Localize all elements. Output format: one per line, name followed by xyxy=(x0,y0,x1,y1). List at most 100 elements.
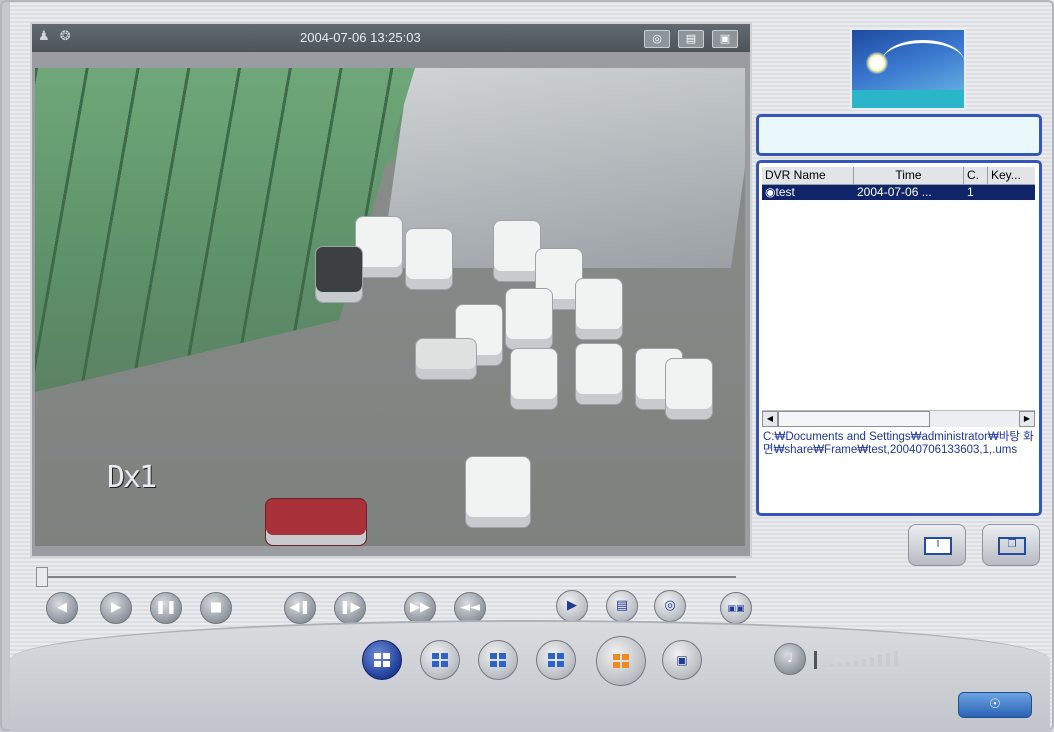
list-item-name: ◉test xyxy=(762,185,854,200)
snapshot-icon: ◎ xyxy=(664,598,676,613)
horizontal-scrollbar[interactable]: ◀ ▶ xyxy=(762,410,1035,427)
restore-button[interactable]: ❐ xyxy=(982,524,1040,566)
stop-button[interactable]: ■ xyxy=(200,592,232,624)
bottom-control-panel xyxy=(10,620,1050,732)
camera-view[interactable]: Dx1 xyxy=(35,68,745,546)
file-list[interactable]: DVR Name Time C. Key... ◉test 2004-07-06… xyxy=(762,167,1035,424)
logo-sun-icon xyxy=(866,52,888,74)
play-button[interactable]: ▶ xyxy=(100,592,132,624)
print-icon[interactable]: ▤ xyxy=(678,30,704,48)
sun-icon: ❂ xyxy=(59,29,71,44)
camera-icon[interactable]: ◎ xyxy=(644,30,670,48)
list-item-time: 2004-07-06 ... xyxy=(857,185,932,199)
layout-9-icon xyxy=(490,652,506,667)
video-timestamp: 2004-07-06 13:25:03 xyxy=(300,30,421,45)
volume-bar xyxy=(846,662,850,667)
car-shape xyxy=(265,498,367,546)
multiview-icon: ▣▣ xyxy=(727,604,745,614)
scroll-right-icon[interactable]: ▶ xyxy=(1019,411,1035,427)
step-back-icon: ◀❚ xyxy=(289,600,311,615)
window-icon: I xyxy=(924,537,952,555)
volume-bar xyxy=(838,663,842,667)
list-header: DVR Name Time C. Key... xyxy=(762,167,1035,185)
column-header-channel[interactable]: C. xyxy=(964,167,988,184)
truck-shape xyxy=(415,338,477,380)
layout-split-button[interactable] xyxy=(596,636,646,686)
layout-1-button[interactable] xyxy=(362,640,402,680)
scroll-thumb[interactable] xyxy=(778,411,930,427)
car-shape xyxy=(405,228,453,290)
multiview-button[interactable]: ▣▣ xyxy=(720,592,752,624)
pause-button[interactable]: ❚❚ xyxy=(150,592,182,624)
rewind-button[interactable]: ◀ xyxy=(46,592,78,624)
export-button[interactable]: ▶ xyxy=(556,590,588,622)
seek-thumb[interactable] xyxy=(36,567,48,587)
car-shape xyxy=(510,348,558,410)
volume-slider[interactable] xyxy=(814,651,904,669)
column-header-time[interactable]: Time xyxy=(854,167,964,184)
window-mode-button[interactable]: I xyxy=(908,524,966,566)
file-icon: ◉ xyxy=(765,185,776,199)
layout-4-icon xyxy=(432,652,448,667)
info-icon: ☉ xyxy=(989,697,1001,712)
list-item-name-text: test xyxy=(775,185,795,199)
play-icon: ▶ xyxy=(111,600,121,615)
restore-icon: ❐ xyxy=(998,537,1026,555)
volume-bar xyxy=(870,657,874,667)
volume-bar xyxy=(886,653,890,667)
volume-thumb[interactable] xyxy=(814,651,817,669)
export-icon: ▶ xyxy=(567,598,577,613)
fast-forward-icon: ▶▶ xyxy=(410,600,430,615)
status-icons: ♟ ❂ xyxy=(38,29,71,44)
car-shape xyxy=(665,358,713,420)
column-header-dvr-name[interactable]: DVR Name xyxy=(762,167,854,184)
car-shape xyxy=(493,220,541,282)
list-item[interactable]: ◉test 2004-07-06 ... 1 xyxy=(762,185,1035,200)
person-icon: ♟ xyxy=(38,29,50,44)
car-shape xyxy=(575,278,623,340)
logo-arc xyxy=(882,40,964,83)
camera-switch-icon: ▣ xyxy=(676,653,688,667)
step-forward-icon: ❚▶ xyxy=(339,600,361,615)
file-path: C:₩Documents and Settings₩administrator₩… xyxy=(763,431,1034,456)
pause-icon: ❚❚ xyxy=(155,600,177,615)
stop-icon: ■ xyxy=(209,600,223,615)
app-logo xyxy=(850,28,966,110)
car-shape xyxy=(315,246,363,303)
layout-1-icon xyxy=(374,652,390,667)
volume-bar xyxy=(854,661,858,667)
scroll-left-icon[interactable]: ◀ xyxy=(762,411,778,427)
snapshot-icon[interactable]: ▣ xyxy=(712,30,738,48)
layout-4-button[interactable] xyxy=(420,640,460,680)
layout-9-button[interactable] xyxy=(478,640,518,680)
print-icon: ▤ xyxy=(615,598,629,613)
volume-bar xyxy=(830,664,834,667)
layout-16-button[interactable] xyxy=(536,640,576,680)
list-item-key xyxy=(988,185,1035,200)
step-forward-button[interactable]: ❚▶ xyxy=(334,592,366,624)
seek-track[interactable] xyxy=(42,576,736,578)
car-shape xyxy=(465,456,531,528)
rewind-icon: ◀ xyxy=(57,600,67,615)
volume-bar xyxy=(822,665,826,667)
camera-switch-button[interactable]: ▣ xyxy=(662,640,702,680)
snapshot-button[interactable]: ◎ xyxy=(654,590,686,622)
fast-rewind-icon: ◄◄ xyxy=(460,600,480,615)
logo-band xyxy=(852,90,964,108)
camera-osd-label: Dx1 xyxy=(107,460,157,495)
layout-16-icon xyxy=(548,652,564,667)
print-button[interactable]: ▤ xyxy=(606,590,638,622)
file-list-panel: DVR Name Time C. Key... ◉test 2004-07-06… xyxy=(756,160,1042,516)
info-button[interactable]: ☉ xyxy=(958,692,1032,718)
step-back-button[interactable]: ◀❚ xyxy=(284,592,316,624)
seek-slider[interactable] xyxy=(36,567,740,587)
volume-bar xyxy=(862,659,866,667)
speaker-icon: ♩ xyxy=(786,651,794,666)
fast-forward-button[interactable]: ▶▶ xyxy=(404,592,436,624)
layout-split-icon xyxy=(613,653,629,668)
volume-bar xyxy=(878,655,882,667)
column-header-key[interactable]: Key... xyxy=(988,167,1035,184)
volume-button[interactable]: ♩ xyxy=(774,643,806,675)
list-item-channel: 1 xyxy=(967,185,974,199)
video-panel: ♟ ❂ 2004-07-06 13:25:03 ◎ ▤ ▣ Dx1 xyxy=(30,22,752,558)
